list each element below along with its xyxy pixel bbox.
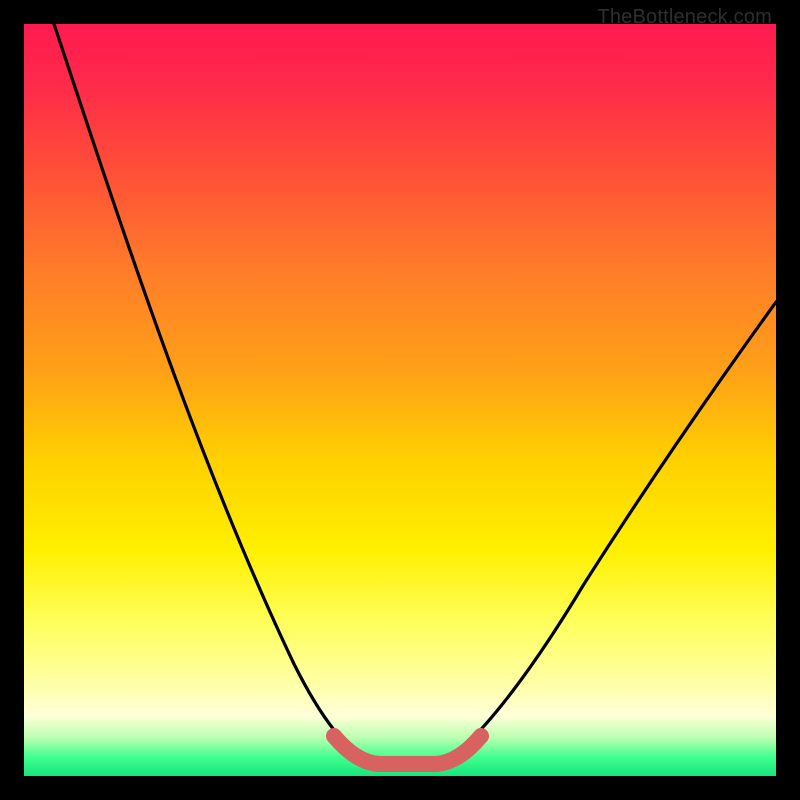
attribution-text: TheBottleneck.com <box>597 6 772 29</box>
plot-area <box>24 24 776 776</box>
curve-layer <box>24 24 776 776</box>
highlight-band <box>334 736 481 764</box>
right-curve <box>445 302 776 761</box>
chart-container: TheBottleneck.com <box>0 0 800 800</box>
left-curve <box>54 24 370 761</box>
